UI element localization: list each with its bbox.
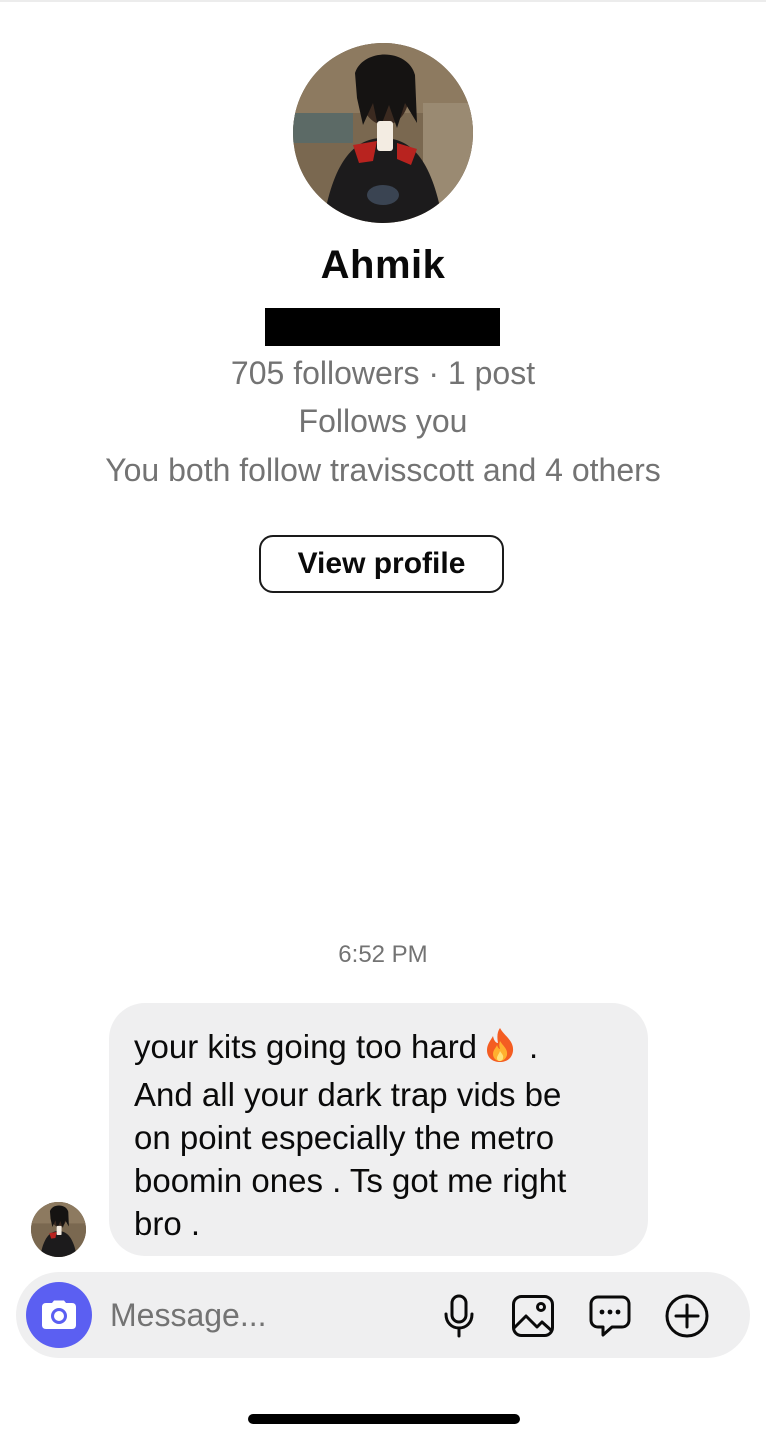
- redacted-username: [265, 308, 500, 346]
- camera-icon: [42, 1300, 76, 1329]
- message-input[interactable]: [110, 1290, 420, 1340]
- message-text-3: And all your dark trap vids be: [134, 1076, 562, 1113]
- home-indicator[interactable]: [248, 1414, 520, 1424]
- profile-avatar-photo: [293, 43, 473, 223]
- camera-button[interactable]: [26, 1282, 92, 1348]
- profile-avatar[interactable]: [293, 43, 473, 223]
- gallery-icon: [512, 1295, 554, 1337]
- fire-emoji-icon: [483, 1027, 517, 1073]
- message-text-4: on point especially the metro: [134, 1119, 555, 1156]
- sticker-button[interactable]: [587, 1293, 633, 1339]
- message-timestamp: 6:52 PM: [338, 941, 428, 968]
- add-button[interactable]: [664, 1293, 710, 1339]
- follows-you-label: Follows you: [298, 403, 468, 439]
- profile-name: Ahmik: [320, 243, 446, 287]
- profile-header: Ahmik 705 followers · 1 post Follows you…: [0, 0, 766, 620]
- mutual-follows-label: You both follow travisscott and 4 others: [105, 452, 661, 488]
- view-profile-button[interactable]: View profile: [259, 535, 504, 593]
- message-text-5: boomin ones . Ts got me right: [134, 1162, 567, 1199]
- message-text-1: your kits going too hard: [134, 1028, 478, 1065]
- sender-avatar-photo: [31, 1202, 86, 1257]
- sticker-icon: [589, 1295, 631, 1337]
- followers-post-count: 705 followers · 1 post: [230, 355, 536, 391]
- microphone-button[interactable]: [436, 1293, 482, 1339]
- plus-icon: [665, 1294, 709, 1338]
- message-line: your kits going too hard.: [134, 1025, 622, 1073]
- message-composer: [16, 1272, 750, 1358]
- message-text-2: .: [529, 1028, 539, 1065]
- sender-avatar[interactable]: [31, 1202, 86, 1257]
- message-text-6: bro .: [134, 1205, 201, 1242]
- gallery-button[interactable]: [510, 1293, 556, 1339]
- microphone-icon: [444, 1294, 474, 1338]
- incoming-message-bubble[interactable]: your kits going too hard. And all your d…: [109, 1003, 648, 1256]
